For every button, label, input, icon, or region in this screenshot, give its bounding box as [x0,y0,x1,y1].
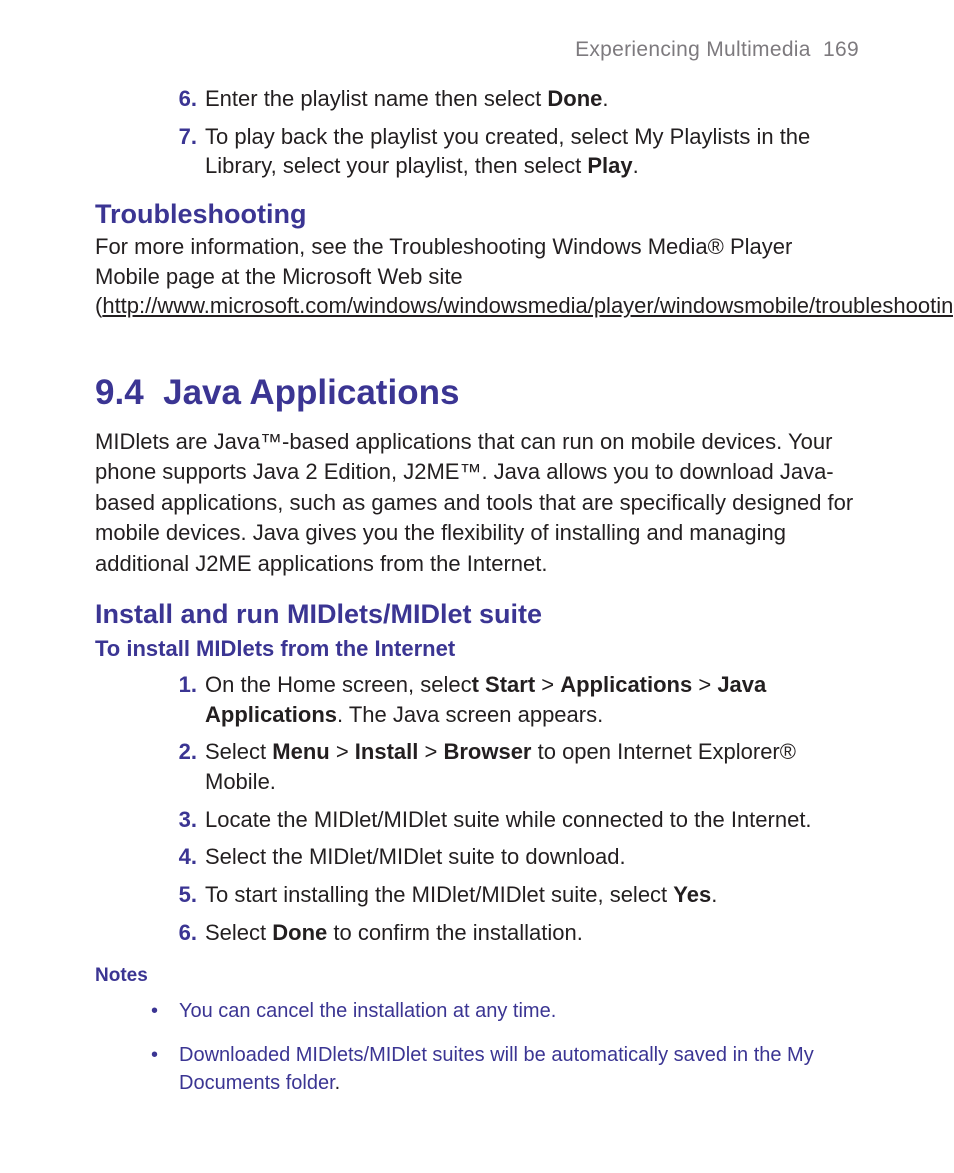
note-item: You can cancel the installation at any t… [151,997,859,1025]
note-text: You can cancel the installation at any t… [179,1000,556,1022]
ui-label: Play [587,153,632,178]
step-number: 1. [165,670,197,700]
document-page: Experiencing Multimedia 169 6. Enter the… [0,0,954,1153]
step-text: . [633,153,639,178]
ui-label: Applications [560,672,692,697]
section-title-text: Java Applications [163,373,459,412]
step-number: 6. [165,918,197,948]
list-item: 3. Locate the MIDlet/MIDlet suite while … [165,805,859,835]
note-item: Downloaded MIDlets/MIDlet suites will be… [151,1041,859,1097]
step-text: On the Home screen, selec [205,672,472,697]
running-head: Experiencing Multimedia 169 [95,38,859,62]
chapter-name: Experiencing Multimedia [575,38,811,61]
step-text: To start installing the MIDlet/MIDlet su… [205,882,673,907]
list-item: 5. To start installing the MIDlet/MIDlet… [165,880,859,910]
continued-steps-list: 6. Enter the playlist name then select D… [95,84,859,181]
step-text: to confirm the installation. [327,920,583,945]
step-number: 6. [165,84,197,114]
ui-label: Done [272,920,327,945]
ui-label: t Start [472,672,536,697]
step-text: > [535,672,560,697]
ui-label: Browser [443,739,531,764]
list-item: 7. To play back the playlist you created… [165,122,859,181]
step-number: 5. [165,880,197,910]
section-number: 9.4 [95,373,144,412]
list-item: 4. Select the MIDlet/MIDlet suite to dow… [165,842,859,872]
heading-troubleshooting: Troubleshooting [95,199,859,230]
step-text: > [692,672,717,697]
step-text: To play back the playlist you created, s… [205,124,810,179]
step-text: Select [205,739,272,764]
step-text: Locate the MIDlet/MIDlet suite while con… [205,807,812,832]
ui-label: Install [355,739,419,764]
step-text: Select the MIDlet/MIDlet suite to downlo… [205,844,626,869]
notes-list: You can cancel the installation at any t… [95,997,859,1097]
page-number: 169 [823,38,859,61]
notes-heading: Notes [95,965,859,987]
step-text: . [711,882,717,907]
step-text: Enter the playlist name then select [205,86,547,111]
section-intro: MIDlets are Java™-based applications tha… [95,427,859,579]
list-item: 2. Select Menu > Install > Browser to op… [165,737,859,796]
step-number: 2. [165,737,197,767]
step-number: 7. [165,122,197,152]
step-number: 3. [165,805,197,835]
step-text: Select [205,920,272,945]
note-period: . [335,1072,341,1094]
step-number: 4. [165,842,197,872]
ui-label: Done [547,86,602,111]
note-text: Downloaded MIDlets/MIDlet suites will be… [179,1044,814,1094]
list-item: 6. Enter the playlist name then select D… [165,84,859,114]
list-item: 1. On the Home screen, select Start > Ap… [165,670,859,729]
step-text: . [602,86,608,111]
list-item: 6. Select Done to confirm the installati… [165,918,859,948]
heading-install-run: Install and run MIDlets/MIDlet suite [95,599,859,630]
external-link[interactable]: http://www.microsoft.com/windows/windows… [102,293,954,318]
ui-label: Menu [272,739,329,764]
troubleshooting-paragraph: For more information, see the Troublesho… [95,232,859,321]
step-text: . The Java screen appears. [337,702,603,727]
step-text: > [418,739,443,764]
section-heading: 9.4 Java Applications [95,373,859,413]
step-text: > [330,739,355,764]
ui-label: Yes [673,882,711,907]
subheading-install-internet: To install MIDlets from the Internet [95,636,859,662]
install-steps-list: 1. On the Home screen, select Start > Ap… [95,670,859,948]
